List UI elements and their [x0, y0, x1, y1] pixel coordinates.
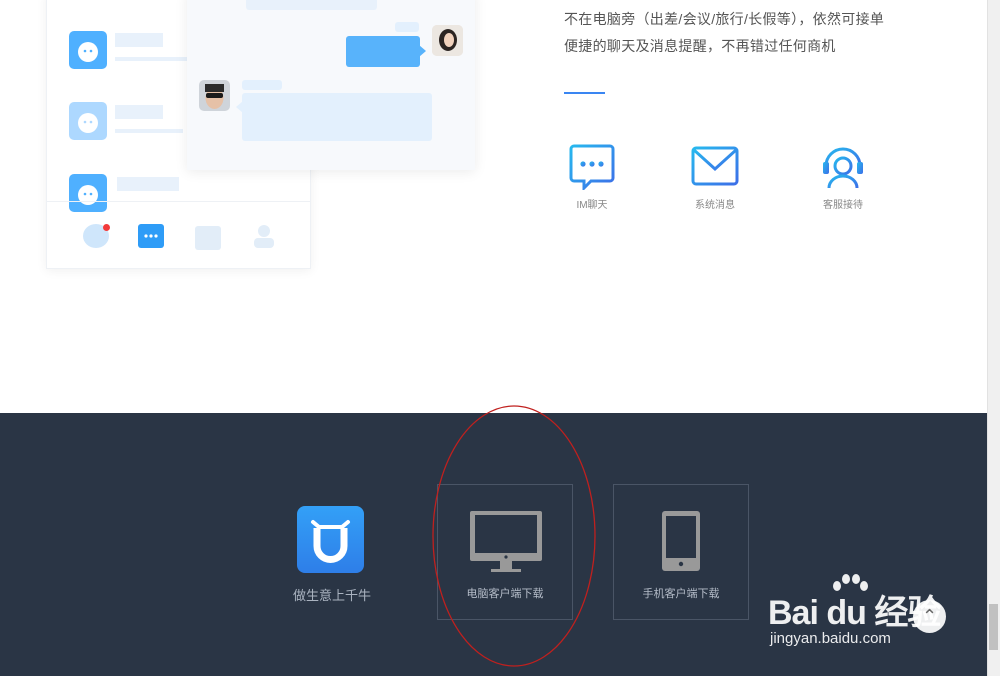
- feature-customer-service: 客服接待: [798, 142, 888, 211]
- mobile-client-download-button[interactable]: 手机客户端下载: [613, 484, 749, 620]
- tab-bar: [47, 201, 310, 269]
- page-scrollbar[interactable]: [987, 0, 1000, 676]
- mobile-download-label: 手机客户端下载: [642, 588, 720, 600]
- envelope-icon: [691, 146, 739, 186]
- conversation-preview-placeholder: [115, 129, 183, 133]
- conversation-avatar: [69, 31, 107, 69]
- back-to-top-button[interactable]: ⌃: [913, 600, 946, 633]
- conversation-title-placeholder: [115, 105, 163, 119]
- conversation-title-placeholder: [117, 177, 179, 191]
- annotation-ellipse: [432, 405, 596, 667]
- feature-label: IM聊天: [576, 200, 608, 211]
- paw-icon: [828, 572, 872, 617]
- sent-bubble-tail: [419, 45, 426, 57]
- received-bubble-tail: [236, 101, 243, 113]
- profile-tab-icon: [253, 224, 275, 248]
- qianniu-logo[interactable]: [297, 506, 364, 573]
- feature-label: 客服接待: [823, 200, 863, 211]
- headset-icon: [823, 147, 863, 189]
- chat-name-placeholder: [395, 22, 419, 32]
- chat-placeholder-bar: [246, 0, 377, 10]
- chat-dots-icon: [569, 144, 615, 190]
- description-line: 不在电脑旁（出差/会议/旅行/长假等），依然可接单: [564, 11, 885, 27]
- messages-tab-icon: [138, 224, 164, 248]
- conversation-title-placeholder: [115, 33, 163, 47]
- arrow-up-icon: ⌃: [921, 606, 938, 626]
- tablet-icon: [662, 511, 700, 571]
- qianniu-slogan: 做生意上千牛: [292, 588, 371, 603]
- sent-message-bubble: [346, 36, 420, 67]
- feature-description: 不在电脑旁（出差/会议/旅行/长假等），依然可接单 便捷的聊天及消息提醒，不再错…: [564, 6, 944, 60]
- notification-dot: [103, 224, 110, 231]
- feature-label: 系统消息: [695, 200, 735, 211]
- feature-im-chat: IM聊天: [547, 142, 637, 211]
- scrollbar-thumb[interactable]: [989, 604, 998, 650]
- conversation-avatar: [69, 102, 107, 140]
- description-line: 便捷的聊天及消息提醒，不再错过任何商机: [564, 38, 836, 54]
- feature-system-messages: 系统消息: [670, 142, 760, 211]
- female-avatar: [432, 25, 463, 56]
- chat-name-placeholder: [242, 80, 282, 90]
- baidu-jingyan-url: jingyan.baidu.com: [770, 630, 891, 647]
- received-message-bubble: [242, 93, 432, 141]
- workbench-tab-icon: [195, 226, 221, 250]
- accent-divider: [564, 92, 605, 94]
- male-avatar: [199, 80, 230, 111]
- chat-window-mockup: [187, 0, 475, 170]
